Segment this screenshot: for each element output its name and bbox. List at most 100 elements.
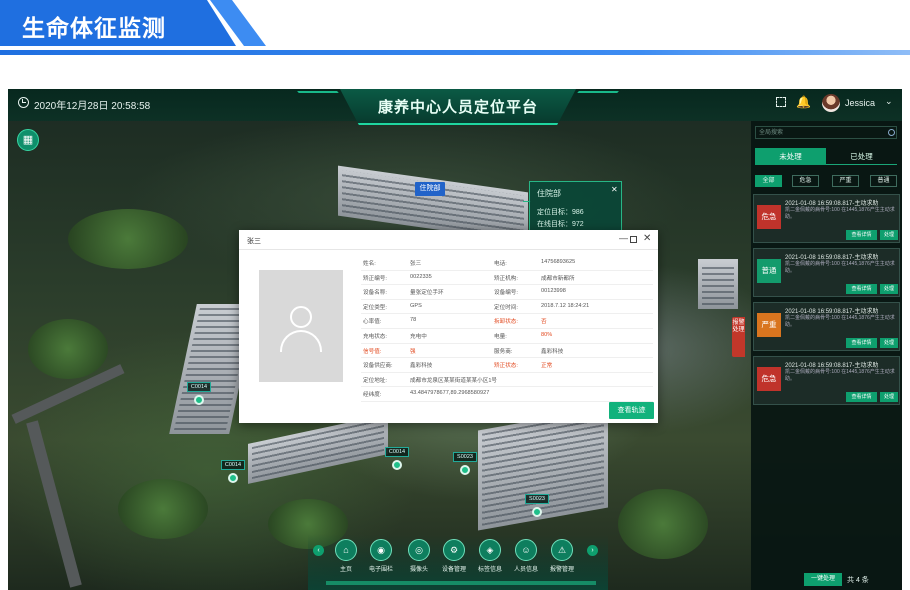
nav-label: 报警管理 (549, 567, 574, 573)
field-value: 43.4847978677,89.2968580927 (410, 390, 490, 397)
handle-button[interactable]: 处理 (880, 284, 898, 294)
platform-title: 康养中心人员定位平台 (377, 99, 538, 116)
filter-severe[interactable]: 严重 (832, 175, 859, 187)
view-detail-button[interactable]: 查看详情 (846, 338, 877, 348)
alarm-level-badge: 普通 (757, 259, 781, 283)
field-value: 强 (410, 348, 416, 355)
nav-label: 设备管理 (441, 567, 466, 573)
filter-critical[interactable]: 危急 (792, 175, 819, 187)
users-icon: ☺ (515, 539, 537, 561)
minimize-icon[interactable]: — (619, 233, 628, 243)
info-row: 设备名称: 量张定位手环 设备编号: 00123998 (361, 285, 653, 300)
popup-online: 在线目标：972 (537, 221, 584, 228)
location-marker[interactable]: C0014 (184, 375, 214, 405)
close-icon[interactable]: ✕ (611, 185, 618, 194)
username[interactable]: Jessica (845, 98, 875, 108)
building-tag[interactable]: 住院部 (415, 182, 445, 196)
location-marker[interactable]: C0014 (382, 440, 412, 470)
avatar[interactable] (822, 94, 840, 112)
handle-button[interactable]: 处理 (880, 338, 898, 348)
alarm-level-badge: 严重 (757, 313, 781, 337)
field-label: 设备名称: (363, 290, 387, 297)
field-label: 定位地址: (363, 377, 387, 384)
grid-menu-button[interactable]: ▦ (17, 129, 39, 151)
view-detail-button[interactable]: 查看详情 (846, 284, 877, 294)
alarm-level-badge: 危急 (757, 205, 781, 229)
alarm-message: 凯二金佩戴的病骨号:100 在1445,1876产生主动求助。 (785, 261, 895, 274)
alarm-icon: ⚠ (551, 539, 573, 561)
bell-icon[interactable]: 🔔 (796, 95, 811, 109)
field-value: 78 (410, 317, 417, 324)
filter-all[interactable]: 全部 (755, 175, 782, 187)
alarm-message: 凯二金佩戴的病骨号:100 在1445,1876产生主动求助。 (785, 315, 895, 328)
location-marker[interactable]: C0014 (218, 453, 248, 483)
field-value: GPS (410, 302, 422, 309)
building (248, 414, 388, 484)
tree (118, 479, 208, 539)
nav-alarms[interactable]: ⚠ 报警管理 (544, 539, 580, 573)
field-label: 定位时间: (494, 304, 518, 311)
field-label: 充电状态: (363, 333, 387, 340)
field-value: 0022335 (410, 273, 432, 280)
tree (68, 209, 188, 269)
tab-pending[interactable]: 未处理 (755, 148, 826, 165)
alarm-panel-toggle[interactable]: 报警处理 (732, 317, 745, 357)
view-detail-button[interactable]: 查看详情 (846, 392, 877, 402)
view-track-button[interactable]: 查看轨迹 (609, 402, 654, 419)
field-label: 电话: (494, 261, 507, 267)
info-row: 姓名: 张三 电话: 14756893625 (361, 256, 653, 271)
alarm-time: 2021-01-08 16:59:08.817-主动求助 (785, 255, 879, 261)
nav-devices[interactable]: ⚙ 设备管理 (436, 539, 472, 573)
nav-fence[interactable]: ◉ 电子围栏 (363, 539, 399, 573)
user-silhouette-icon (280, 330, 322, 352)
nav-label: 主页 (339, 567, 352, 573)
nav-personnel[interactable]: ☺ 人员信息 (508, 539, 544, 573)
view-detail-button[interactable]: 查看详情 (846, 230, 877, 240)
field-value: 鑫彩科技 (410, 363, 433, 370)
marker-pin-icon (194, 395, 204, 405)
marker-pin-icon (392, 460, 402, 470)
location-marker[interactable]: S0023 (450, 445, 480, 475)
info-row: 心率值: 78 拆卸状态: 否 (361, 314, 653, 329)
alarm-item: 普通 2021-01-08 16:59:08.817-主动求助 凯二金佩戴的病骨… (753, 248, 900, 297)
alarm-panel: 未处理 已处理 全部 危急 严重 普通 危急 2021-01-08 16:59:… (751, 121, 902, 590)
search-icon[interactable] (888, 129, 895, 136)
alarm-item: 危急 2021-01-08 16:59:08.817-主动求助 凯二金佩戴的病骨… (753, 356, 900, 405)
handle-button[interactable]: 处理 (880, 230, 898, 240)
search-box (755, 126, 897, 139)
dialog-header: 张三 — ✕ (239, 230, 658, 250)
page-header: 生命体征监测 (0, 0, 910, 60)
alarm-time: 2021-01-08 16:59:08.817-主动求助 (785, 309, 879, 315)
alarm-item: 危急 2021-01-08 16:59:08.817-主动求助 凯二金佩戴的病骨… (753, 194, 900, 243)
nav-tags[interactable]: ◈ 标签信息 (472, 539, 508, 573)
user-silhouette-icon (290, 306, 312, 328)
handle-button[interactable]: 处理 (880, 392, 898, 402)
info-row: 设备供应商: 鑫彩科技 矫正状态: 正常 (361, 358, 653, 373)
marker-label: C0014 (186, 382, 212, 392)
filter-normal[interactable]: 普通 (870, 175, 897, 187)
popup-title: 住院部 (537, 189, 561, 198)
info-row: 定位地址: 成都市龙泉区某某街道某某小区1号 (361, 373, 653, 388)
chevron-right-icon[interactable]: › (587, 545, 598, 556)
tab-done[interactable]: 已处理 (826, 148, 897, 165)
total-count: 共 4 条 (847, 577, 869, 584)
chevron-left-icon[interactable]: ‹ (313, 545, 324, 556)
location-marker[interactable]: S0023 (522, 487, 552, 517)
field-value: 00123998 (541, 288, 566, 295)
marker-pin-icon (460, 465, 470, 475)
one-click-handle-button[interactable]: 一键处理 (804, 573, 842, 586)
fullscreen-icon[interactable] (776, 97, 786, 107)
maximize-icon[interactable] (630, 236, 637, 243)
alarm-message: 凯二金佩戴的病骨号:100 在1445,1876产生主动求助。 (785, 207, 895, 220)
search-input[interactable] (759, 128, 879, 138)
app-screen: 康养中心人员定位平台 2020年12月28日 20:58:58 🔔 Jessic… (8, 89, 902, 590)
nav-camera[interactable]: ◎ 摄像头 (401, 539, 437, 573)
person-photo (259, 270, 343, 382)
nav-home[interactable]: ⌂ 主页 (328, 539, 364, 573)
grid-icon: ▦ (22, 134, 34, 146)
home-icon: ⌂ (335, 539, 357, 561)
chevron-down-icon[interactable]: ⌄ (885, 96, 893, 107)
close-icon[interactable]: ✕ (643, 233, 651, 244)
field-label: 拆卸状态: (494, 319, 518, 326)
marker-label: S0023 (525, 494, 549, 504)
